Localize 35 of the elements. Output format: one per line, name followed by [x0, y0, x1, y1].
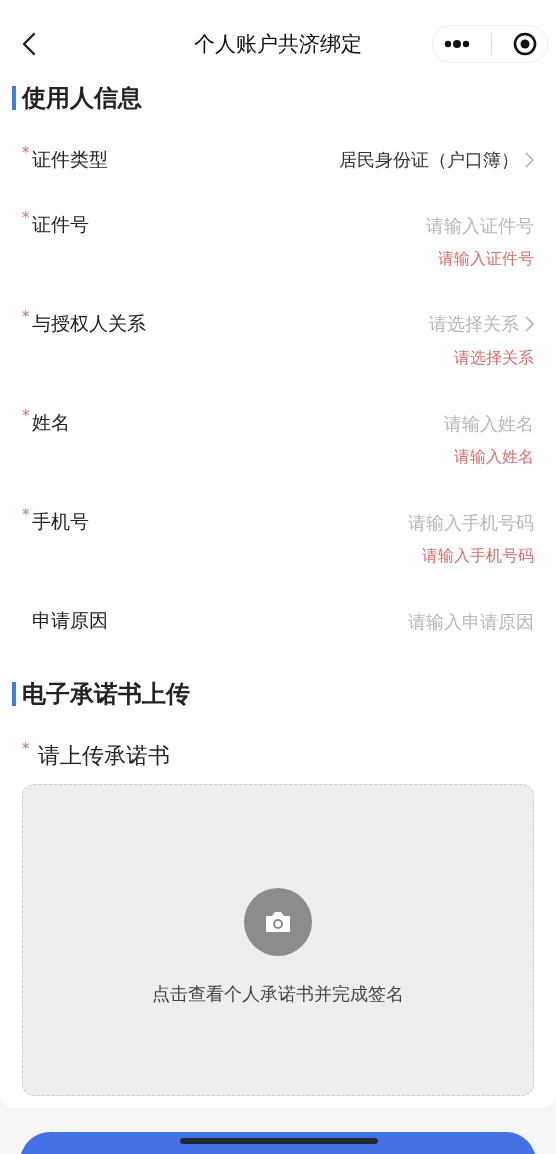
- select-field[interactable]: 居民身份证（户口簿）: [339, 148, 534, 172]
- required-mark: *: [22, 308, 31, 326]
- input-field[interactable]: 请输入申请原因: [274, 610, 534, 632]
- error-message: 请输入姓名: [453, 446, 534, 468]
- camera-icon: [244, 888, 312, 956]
- input-field[interactable]: 请输入证件号: [274, 214, 534, 236]
- field-label: 姓名: [32, 410, 70, 435]
- required-mark: *: [22, 740, 31, 758]
- back-icon[interactable]: [22, 32, 36, 56]
- field-label: 与授权人关系: [32, 311, 146, 336]
- page-title: 个人账户共济绑定: [194, 31, 362, 58]
- upload-label: 请上传承诺书: [38, 742, 170, 770]
- upload-area[interactable]: 点击查看个人承诺书并完成签名: [22, 784, 534, 1096]
- section-marker: [12, 86, 16, 110]
- error-message: 请输入证件号: [437, 248, 534, 270]
- section-title: 使用人信息: [22, 83, 142, 114]
- field-label: 申请原因: [32, 608, 108, 633]
- required-mark: *: [22, 209, 31, 227]
- field-label: 手机号: [32, 509, 89, 534]
- upload-hint: 点击查看个人承诺书并完成签名: [152, 982, 404, 1006]
- more-icon[interactable]: [443, 40, 470, 48]
- required-mark: *: [22, 144, 31, 162]
- chevron-icon: [525, 316, 534, 332]
- field-label: 证件号: [32, 212, 89, 237]
- section-marker: [12, 682, 16, 706]
- error-message: 请选择关系: [453, 347, 534, 369]
- field-label: 证件类型: [32, 147, 108, 172]
- input-field[interactable]: 请输入手机号码: [274, 511, 534, 533]
- required-mark: *: [22, 506, 31, 524]
- required-mark: *: [22, 407, 31, 425]
- chevron-icon: [525, 152, 534, 168]
- error-message: 请输入手机号码: [421, 545, 534, 567]
- input-field[interactable]: 请输入姓名: [274, 412, 534, 434]
- section-title: 电子承诺书上传: [22, 679, 190, 710]
- close-icon[interactable]: [512, 32, 537, 56]
